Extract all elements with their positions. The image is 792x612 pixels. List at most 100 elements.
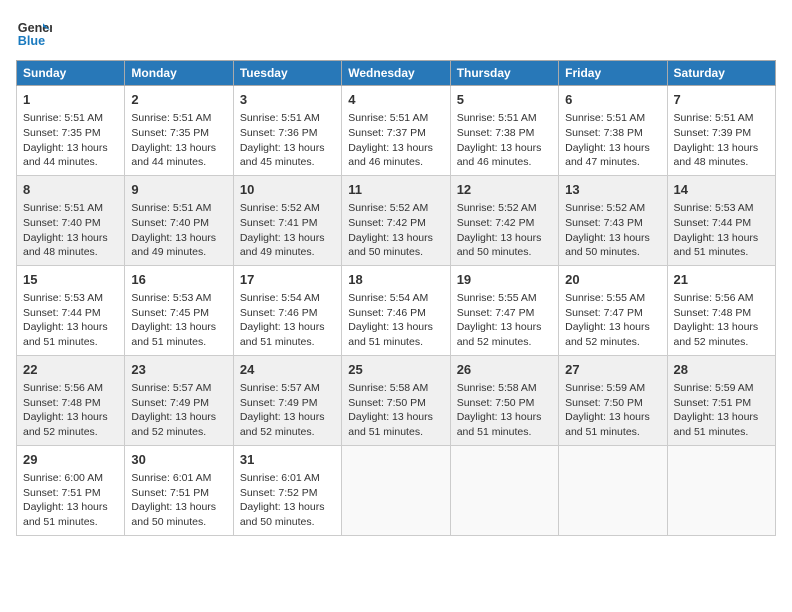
day-info-line: Daylight: 13 hours: [131, 320, 226, 335]
day-info-line: Daylight: 13 hours: [23, 500, 118, 515]
day-info-line: Sunset: 7:36 PM: [240, 126, 335, 141]
day-number: 21: [674, 271, 769, 289]
day-info-line: Sunrise: 5:52 AM: [457, 201, 552, 216]
day-info-line: Sunset: 7:35 PM: [23, 126, 118, 141]
day-info-line: Sunset: 7:41 PM: [240, 216, 335, 231]
day-info-line: Daylight: 13 hours: [348, 320, 443, 335]
day-info-line: and 51 minutes.: [131, 335, 226, 350]
day-info-line: Daylight: 13 hours: [565, 141, 660, 156]
day-info-line: and 52 minutes.: [457, 335, 552, 350]
calendar-cell: [450, 445, 558, 535]
day-info-line: Sunset: 7:45 PM: [131, 306, 226, 321]
calendar-cell: 15Sunrise: 5:53 AMSunset: 7:44 PMDayligh…: [17, 265, 125, 355]
day-info-line: Sunrise: 5:51 AM: [23, 201, 118, 216]
day-info-line: and 50 minutes.: [565, 245, 660, 260]
calendar-cell: 21Sunrise: 5:56 AMSunset: 7:48 PMDayligh…: [667, 265, 775, 355]
day-info-line: and 52 minutes.: [131, 425, 226, 440]
day-number: 24: [240, 361, 335, 379]
calendar-table: SundayMondayTuesdayWednesdayThursdayFrid…: [16, 60, 776, 536]
day-number: 11: [348, 181, 443, 199]
calendar-cell: 27Sunrise: 5:59 AMSunset: 7:50 PMDayligh…: [559, 355, 667, 445]
day-info-line: Daylight: 13 hours: [23, 231, 118, 246]
calendar-cell: [667, 445, 775, 535]
day-info-line: Sunrise: 5:51 AM: [348, 111, 443, 126]
day-info-line: Sunrise: 5:53 AM: [674, 201, 769, 216]
day-info-line: Daylight: 13 hours: [131, 410, 226, 425]
day-info-line: Sunset: 7:46 PM: [240, 306, 335, 321]
day-number: 15: [23, 271, 118, 289]
day-info-line: Sunrise: 5:58 AM: [457, 381, 552, 396]
day-info-line: and 47 minutes.: [565, 155, 660, 170]
day-info-line: Sunrise: 6:00 AM: [23, 471, 118, 486]
calendar-cell: 30Sunrise: 6:01 AMSunset: 7:51 PMDayligh…: [125, 445, 233, 535]
calendar-cell: 12Sunrise: 5:52 AMSunset: 7:42 PMDayligh…: [450, 175, 558, 265]
day-number: 30: [131, 451, 226, 469]
day-number: 23: [131, 361, 226, 379]
day-info-line: Daylight: 13 hours: [240, 231, 335, 246]
calendar-cell: 20Sunrise: 5:55 AMSunset: 7:47 PMDayligh…: [559, 265, 667, 355]
day-info-line: Sunset: 7:38 PM: [565, 126, 660, 141]
day-info-line: Daylight: 13 hours: [131, 500, 226, 515]
day-info-line: Sunset: 7:44 PM: [23, 306, 118, 321]
day-number: 20: [565, 271, 660, 289]
day-info-line: Sunset: 7:39 PM: [674, 126, 769, 141]
day-number: 16: [131, 271, 226, 289]
day-info-line: Sunrise: 5:53 AM: [23, 291, 118, 306]
day-number: 14: [674, 181, 769, 199]
day-info-line: Sunset: 7:40 PM: [131, 216, 226, 231]
svg-text:Blue: Blue: [18, 34, 45, 48]
day-number: 7: [674, 91, 769, 109]
calendar-cell: 29 Sunrise: 6:00 AMSunset: 7:51 PMDayligh…: [17, 445, 125, 535]
day-info-line: and 50 minutes.: [240, 515, 335, 530]
day-info-line: Daylight: 13 hours: [674, 231, 769, 246]
day-number: 8: [23, 181, 118, 199]
day-info-line: Sunset: 7:49 PM: [240, 396, 335, 411]
day-info-line: Sunset: 7:44 PM: [674, 216, 769, 231]
day-info-line: and 51 minutes.: [23, 515, 118, 530]
day-info-line: Sunset: 7:51 PM: [23, 486, 118, 501]
day-info-line: and 52 minutes.: [565, 335, 660, 350]
day-info-line: Daylight: 13 hours: [348, 231, 443, 246]
day-info-line: Sunset: 7:42 PM: [457, 216, 552, 231]
day-info-line: and 51 minutes.: [674, 425, 769, 440]
day-info-line: Sunset: 7:48 PM: [674, 306, 769, 321]
day-info-line: Sunset: 7:35 PM: [131, 126, 226, 141]
weekday-saturday: Saturday: [667, 61, 775, 86]
day-info-line: Sunset: 7:50 PM: [457, 396, 552, 411]
day-number: 9: [131, 181, 226, 199]
day-info-line: and 51 minutes.: [240, 335, 335, 350]
weekday-tuesday: Tuesday: [233, 61, 341, 86]
day-number: 26: [457, 361, 552, 379]
day-info-line: Sunrise: 5:51 AM: [131, 111, 226, 126]
weekday-monday: Monday: [125, 61, 233, 86]
day-info-line: Sunset: 7:47 PM: [457, 306, 552, 321]
calendar-cell: 24Sunrise: 5:57 AMSunset: 7:49 PMDayligh…: [233, 355, 341, 445]
day-info-line: and 45 minutes.: [240, 155, 335, 170]
day-info-line: Sunset: 7:37 PM: [348, 126, 443, 141]
day-info-line: and 48 minutes.: [23, 245, 118, 260]
day-info-line: Daylight: 13 hours: [674, 410, 769, 425]
day-info-line: Sunrise: 5:54 AM: [348, 291, 443, 306]
logo: General Blue: [16, 16, 52, 52]
day-number: 27: [565, 361, 660, 379]
day-info-line: Sunrise: 6:01 AM: [131, 471, 226, 486]
calendar-cell: 3Sunrise: 5:51 AMSunset: 7:36 PMDaylight…: [233, 86, 341, 176]
day-info-line: Sunrise: 5:51 AM: [240, 111, 335, 126]
day-info-line: Sunset: 7:49 PM: [131, 396, 226, 411]
day-info-line: Sunrise: 5:56 AM: [23, 381, 118, 396]
day-info-line: Daylight: 13 hours: [565, 410, 660, 425]
week-row-5: 29Sunrise: 6:00 AMSunset: 7:51 PMDayligh…: [17, 445, 776, 535]
calendar-cell: 7Sunrise: 5:51 AMSunset: 7:39 PMDaylight…: [667, 86, 775, 176]
calendar-cell: 25Sunrise: 5:58 AMSunset: 7:50 PMDayligh…: [342, 355, 450, 445]
day-info-line: Sunset: 7:51 PM: [674, 396, 769, 411]
day-info-line: Sunrise: 5:58 AM: [348, 381, 443, 396]
weekday-header-row: SundayMondayTuesdayWednesdayThursdayFrid…: [17, 61, 776, 86]
day-number: 28: [674, 361, 769, 379]
day-number: 29: [23, 451, 118, 469]
day-info-line: Daylight: 13 hours: [240, 320, 335, 335]
day-number: 12: [457, 181, 552, 199]
calendar-cell: 16Sunrise: 5:53 AMSunset: 7:45 PMDayligh…: [125, 265, 233, 355]
day-info-line: Daylight: 13 hours: [131, 141, 226, 156]
day-number: 17: [240, 271, 335, 289]
day-info-line: and 51 minutes.: [457, 425, 552, 440]
